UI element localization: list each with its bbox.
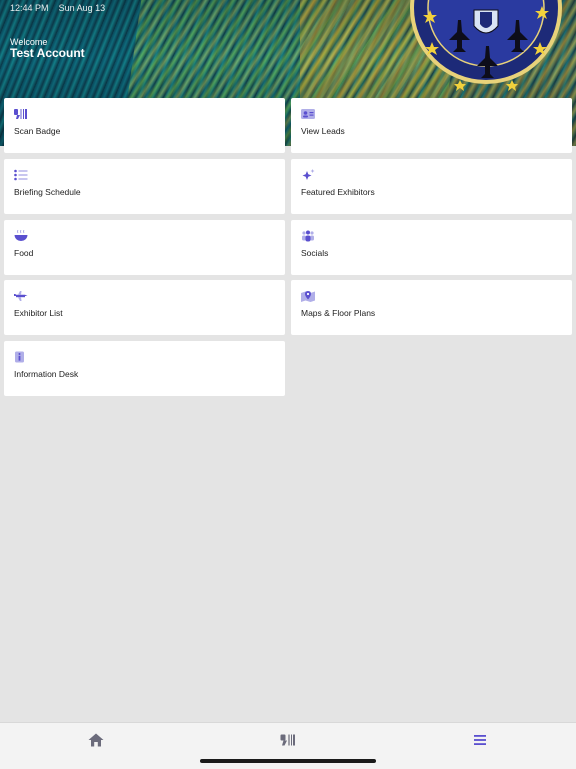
menu-icon[interactable] — [472, 733, 488, 747]
scan-badge-icon[interactable] — [280, 733, 296, 747]
menu-card-maps-floor-plans[interactable]: Maps & Floor Plans — [291, 280, 572, 335]
menu-card-exhibitor-list[interactable]: Exhibitor List — [4, 280, 285, 335]
event-seal-logo — [410, 0, 562, 91]
home-icon[interactable] — [88, 733, 104, 747]
menu-card-label: Information Desk — [14, 369, 79, 379]
status-date: Sun Aug 13 — [58, 3, 106, 13]
menu-card-label: View Leads — [301, 126, 345, 136]
info-icon — [15, 351, 24, 363]
menu-card-food[interactable]: Food — [4, 220, 285, 275]
sparkle-icon — [302, 169, 315, 180]
list-icon — [14, 169, 28, 181]
jet-icon — [14, 291, 28, 301]
account-name: Test Account — [10, 46, 85, 60]
menu-card-label: Exhibitor List — [14, 308, 63, 318]
status-time: 12:44 PM — [10, 3, 49, 13]
menu-card-featured-exhibitors[interactable]: Featured Exhibitors — [291, 159, 572, 214]
status-bar: 12:44 PM Sun Aug 13 — [10, 3, 105, 13]
menu-card-view-leads[interactable]: View Leads — [291, 98, 572, 153]
menu-card-label: Food — [14, 248, 34, 258]
menu-card-information-desk[interactable]: Information Desk — [4, 341, 285, 396]
menu-card-label: Briefing Schedule — [14, 187, 81, 197]
map-pin-icon — [301, 291, 315, 302]
menu-card-label: Scan Badge — [14, 126, 61, 136]
scan-badge-icon — [14, 109, 27, 119]
menu-card-label: Socials — [301, 248, 329, 258]
contact-card-icon — [301, 109, 315, 119]
menu-card-label: Maps & Floor Plans — [301, 308, 376, 318]
menu-card-socials[interactable]: Socials — [291, 220, 572, 275]
menu-card-label: Featured Exhibitors — [301, 187, 375, 197]
bowl-icon — [14, 230, 28, 241]
people-icon — [302, 230, 314, 242]
home-indicator[interactable] — [200, 759, 376, 763]
menu-card-briefing-schedule[interactable]: Briefing Schedule — [4, 159, 285, 214]
menu-card-scan-badge[interactable]: Scan Badge — [4, 98, 285, 153]
